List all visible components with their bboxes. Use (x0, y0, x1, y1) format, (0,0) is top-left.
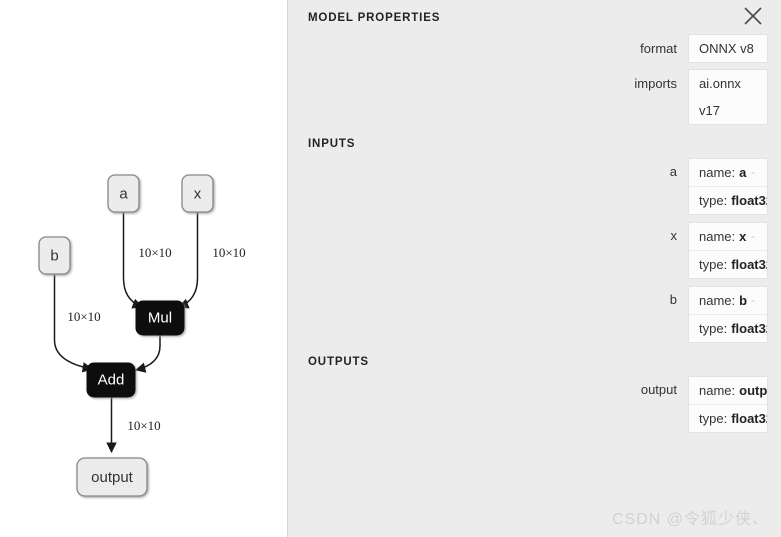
graph-node-mul[interactable]: Mul (135, 300, 185, 336)
section-title-outputs: OUTPUTS (308, 356, 369, 368)
edge-x-to-mul (178, 212, 199, 309)
edge-label-b-add: 10×10 (67, 309, 100, 324)
model-properties-panel: MODEL PROPERTIES format ONNX v8 imports … (288, 0, 781, 537)
graph-canvas[interactable]: 10×10 10×10 10×10 10×10 a x b Mul Add ou… (0, 0, 288, 537)
model-properties-list: format ONNX v8 imports ai.onnx v17 (288, 34, 781, 125)
property-row-imports: imports ai.onnx v17 (288, 69, 768, 125)
input-name-line-x: name: x - (689, 223, 767, 251)
input-collapse-dash-x[interactable]: - (751, 223, 757, 250)
input-row-a: a name: a - type: float32[10,10] (288, 158, 768, 215)
input-type-line-a: type: float32[10,10] (689, 187, 767, 214)
graph-node-b[interactable]: b (38, 236, 71, 275)
node-label-b: b (50, 247, 58, 264)
node-label-output: output (91, 469, 134, 486)
input-label-a: a (669, 164, 677, 179)
input-card-b[interactable]: name: b - type: float32[10,10] (688, 286, 768, 343)
input-name-line-a: name: a - (689, 159, 767, 187)
graph-edge-labels: 10×10 10×10 10×10 10×10 (67, 245, 245, 433)
property-value-text-imports: ai.onnx v17 (699, 76, 741, 118)
input-collapse-dash-a[interactable]: - (751, 159, 757, 186)
graph-node-x[interactable]: x (181, 174, 214, 213)
inputs-list: a name: a - type: float32[10,10] x (288, 158, 781, 343)
netron-app-window: 10×10 10×10 10×10 10×10 a x b Mul Add ou… (0, 0, 781, 537)
input-name-key-a: name: (699, 165, 736, 180)
output-type-value: float32[10,10] (731, 411, 767, 426)
input-type-value-b: float32[10,10] (731, 321, 767, 336)
output-name-key: name: (699, 383, 736, 398)
input-type-line-x: type: float32[10,10] (689, 251, 767, 278)
panel-title: MODEL PROPERTIES (308, 12, 441, 24)
node-label-mul: Mul (148, 309, 172, 326)
input-type-line-b: type: float32[10,10] (689, 315, 767, 342)
edge-mul-to-add (134, 335, 161, 373)
edge-label-add-output: 10×10 (127, 418, 160, 433)
graph-node-add[interactable]: Add (86, 362, 136, 398)
property-value-imports[interactable]: ai.onnx v17 (688, 69, 768, 125)
input-name-value-a: a (739, 165, 747, 180)
input-card-x[interactable]: name: x - type: float32[10,10] (688, 222, 768, 279)
input-name-value-x: x (739, 229, 747, 244)
input-name-value-b: b (739, 293, 748, 308)
property-label-format: format (640, 41, 677, 56)
input-type-value-a: float32[10,10] (731, 193, 767, 208)
node-label-add: Add (98, 371, 125, 388)
input-label-b: b (669, 292, 677, 307)
outputs-list: output name: output - type: float32[10,1… (288, 376, 781, 433)
output-type-line: type: float32[10,10] (689, 405, 767, 432)
section-title-inputs: INPUTS (308, 138, 356, 150)
property-value-text-format: ONNX v8 (699, 41, 754, 56)
input-row-b: b name: b - type: float32[10,10] (288, 286, 768, 343)
input-name-key-b: name: (699, 293, 736, 308)
input-collapse-dash-b[interactable]: - (751, 287, 757, 314)
property-value-format[interactable]: ONNX v8 (688, 34, 768, 63)
close-icon[interactable] (739, 2, 767, 30)
output-name-value: output (739, 383, 768, 398)
input-name-line-b: name: b - (689, 287, 767, 315)
edge-label-a-mul: 10×10 (138, 245, 171, 260)
output-card-output[interactable]: name: output - type: float32[10,10] (688, 376, 768, 433)
property-label-imports: imports (634, 76, 677, 91)
input-card-a[interactable]: name: a - type: float32[10,10] (688, 158, 768, 215)
input-name-key-x: name: (699, 229, 736, 244)
property-row-format: format ONNX v8 (288, 34, 768, 63)
output-type-key: type: (699, 411, 728, 426)
graph-node-output[interactable]: output (76, 457, 148, 497)
input-type-value-x: float32[10,10] (731, 257, 767, 272)
graph-node-a[interactable]: a (107, 174, 140, 213)
input-type-key-b: type: (699, 321, 728, 336)
output-label-output: output (640, 382, 677, 397)
model-graph: 10×10 10×10 10×10 10×10 a x b Mul Add ou… (38, 174, 246, 497)
input-type-key-x: type: (699, 257, 728, 272)
output-name-line: name: output - (689, 377, 767, 405)
input-row-x: x name: x - type: float32[10,10] (288, 222, 768, 279)
input-type-key-a: type: (699, 193, 728, 208)
node-label-a: a (119, 185, 128, 202)
watermark: CSDN @令狐少侠、 (611, 511, 769, 528)
output-row-output: output name: output - type: float32[10,1… (288, 376, 768, 433)
input-label-x: x (670, 228, 678, 243)
node-label-x: x (194, 185, 202, 202)
edge-label-x-mul: 10×10 (212, 245, 245, 260)
panel-header: MODEL PROPERTIES (288, 0, 781, 34)
